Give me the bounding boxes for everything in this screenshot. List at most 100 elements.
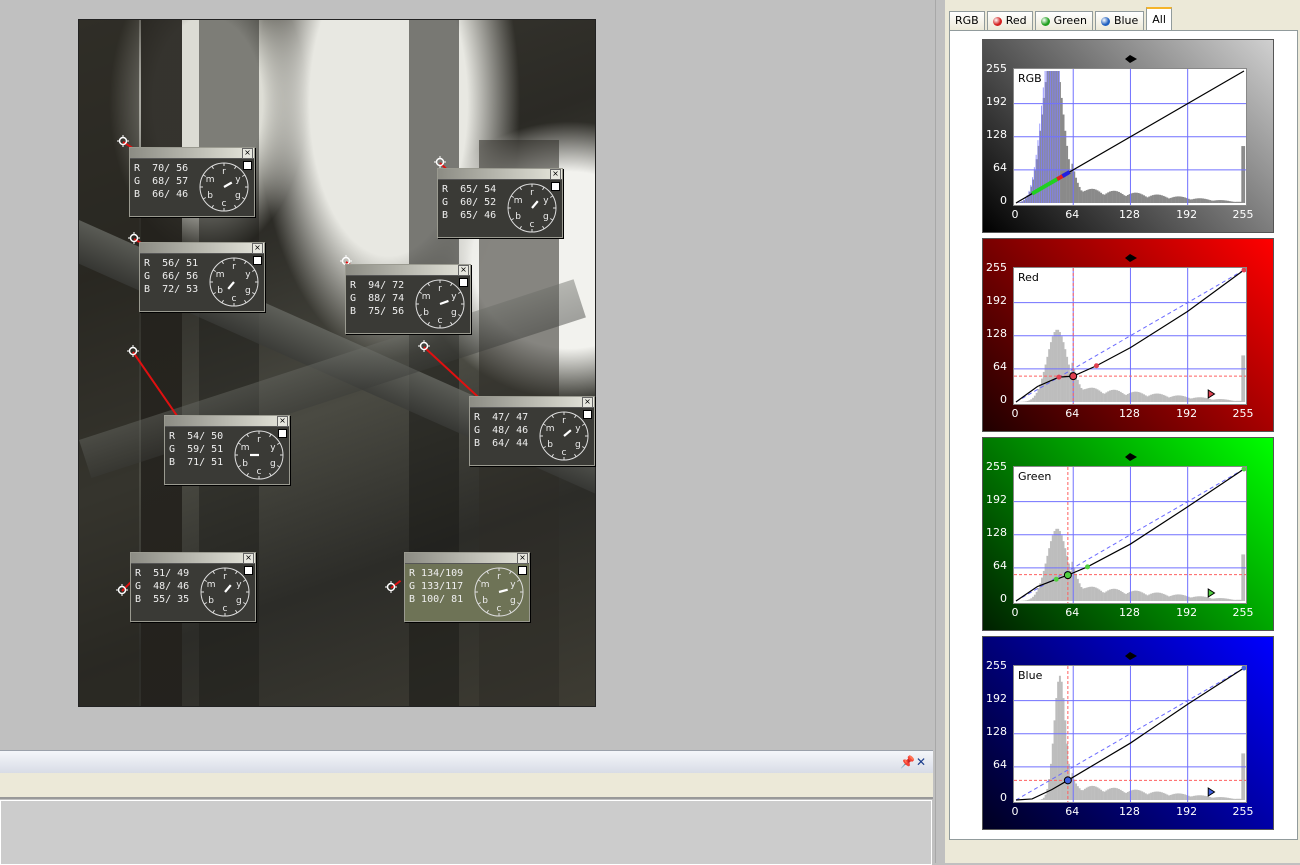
probe-close-button[interactable]: × [550,169,561,180]
histogram-bar [1132,790,1134,800]
probe-titlebar[interactable]: × [130,148,254,159]
probe-close-button[interactable]: × [252,243,263,254]
color-probe-window[interactable]: ×R 70/ 56G 68/ 57B 66/ 46rygcbm [129,147,255,217]
probe-close-button[interactable]: × [458,265,469,276]
histogram-bar [1088,587,1090,601]
histogram-bar [1134,790,1136,800]
pin-icon[interactable]: 📌 [900,755,915,769]
curve-plot[interactable]: RGB [1013,68,1247,206]
probe-close-button[interactable]: × [243,553,254,564]
color-probe-window[interactable]: ×R 134/109G 133/117B 100/ 81rygcbm [404,552,530,622]
histogram-bar [1086,788,1088,800]
curve-svg[interactable] [1014,69,1246,205]
dial-tick [552,415,554,418]
probe-close-button[interactable]: × [582,397,593,408]
histogram-bar [1150,196,1152,203]
dial-tick [543,226,545,229]
histogram-bar [1062,698,1064,800]
probe-titlebar[interactable]: × [346,265,470,276]
tab-red[interactable]: Red [987,11,1033,30]
histogram-bar [1181,197,1183,203]
color-probe-window[interactable]: ×R 94/ 72G 88/ 74B 75/ 56rygcbm [345,264,471,334]
dial-tick [204,603,207,605]
color-probe-window[interactable]: ×R 56/ 51G 66/ 56B 72/ 53rygcbm [139,242,265,312]
dial-label: m [546,424,555,434]
probe-target-icon[interactable] [385,581,397,593]
tab-all[interactable]: All [1146,7,1172,30]
probe-close-button[interactable]: × [242,148,253,159]
histogram-bar [1200,198,1202,203]
color-probe-window[interactable]: ×R 51/ 49G 48/ 46B 55/ 35rygcbm [130,552,256,622]
histogram-bar [1107,590,1109,601]
curve-plot[interactable]: Blue [1013,665,1247,803]
probe-titlebar[interactable]: × [405,553,529,564]
tab-green[interactable]: Green [1035,11,1093,30]
dial-tick [243,580,246,582]
probe-titlebar[interactable]: × [131,553,255,564]
histogram-bar [1240,401,1242,402]
tab-label: Blue [1114,12,1138,30]
probe-close-button[interactable]: × [517,553,528,564]
histogram-bar [1240,799,1242,800]
dial-label: g [270,459,276,469]
histogram-bar [1150,395,1152,402]
dial-label: c [530,220,535,230]
color-probe-window[interactable]: ×R 54/ 50G 59/ 51B 71/ 51rygcbm [164,415,290,485]
panel-drag-handle-icon[interactable] [1125,48,1137,56]
histogram-bar [1227,798,1229,800]
panel-drag-handle-icon[interactable] [1125,247,1137,255]
probe-titlebar[interactable]: × [140,243,264,254]
histogram-bar [1155,195,1157,203]
tab-blue[interactable]: Blue [1095,11,1144,30]
panel-drag-handle-icon[interactable] [1125,645,1137,653]
histogram-bar [1222,797,1224,800]
color-probe-window[interactable]: ×R 47/ 47G 48/ 46B 64/ 44rygcbm [469,396,595,466]
histogram-bar [1059,332,1061,402]
curve-svg[interactable] [1014,467,1246,603]
histogram-bar [1236,202,1238,203]
curve-svg[interactable] [1014,666,1246,802]
histogram-bar [1193,597,1195,601]
histogram-bar [1114,390,1116,402]
histogram-bar [1170,795,1172,800]
dial-label: y [245,270,251,280]
probe-target-icon[interactable] [418,340,430,352]
probe-close-button[interactable]: × [277,416,288,427]
probe-target-icon[interactable] [116,584,128,596]
probe-titlebar[interactable]: × [438,169,562,180]
probe-titlebar[interactable]: × [470,397,594,408]
histogram-bar [1207,598,1209,601]
dial-tick [543,447,546,449]
curve-plot[interactable]: Red [1013,267,1247,405]
output-marker-icon [1208,589,1214,597]
histogram-bar [1223,399,1225,402]
probe-target-icon[interactable] [434,156,446,168]
histogram-bar [1079,187,1081,203]
histogram-bar [1120,392,1122,402]
probe-target-icon[interactable] [127,345,139,357]
tab-rgb[interactable]: RGB [949,11,985,30]
curve-svg[interactable] [1014,268,1246,404]
probe-row-b: B 71/ 51 [169,456,223,469]
probe-target-icon[interactable] [117,135,129,147]
histogram-bar [1155,593,1157,601]
histogram-bar [1079,384,1081,402]
y-tick-label: 0 [985,393,1007,406]
histogram-bar [1080,790,1082,800]
histogram-bar [1127,394,1129,402]
histogram-bar [1177,793,1179,800]
probe-titlebar[interactable]: × [165,416,289,427]
color-probe-window[interactable]: ×R 65/ 54G 60/ 52B 65/ 46rygcbm [437,168,563,238]
dial-tick [243,603,246,605]
dial-label: r [497,572,501,582]
curve-plot[interactable]: Green [1013,466,1247,604]
histogram-bar [1118,789,1120,800]
y-tick-label: 192 [985,493,1007,506]
histogram-bar [1191,796,1193,800]
close-icon[interactable]: ✕ [916,755,926,769]
histogram-bar [1093,587,1095,601]
histogram-bar [1096,588,1098,601]
histogram-bar [1046,357,1048,402]
panel-drag-handle-icon[interactable] [1125,446,1137,454]
histogram-bar [1225,599,1227,601]
